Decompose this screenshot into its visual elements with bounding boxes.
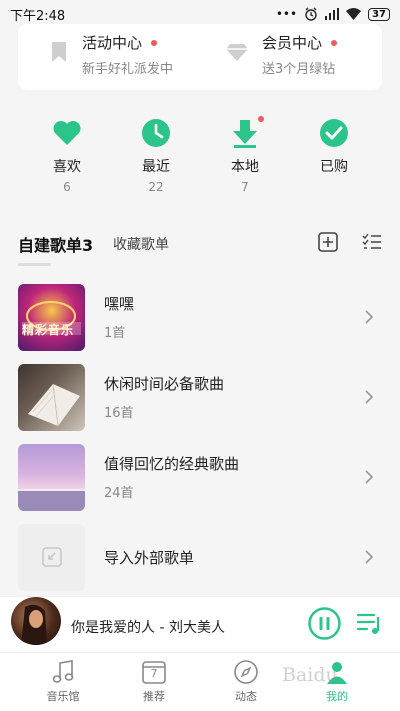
status-time: 下午2:48 [10,8,66,24]
alarm-icon [305,7,317,21]
new-dot [151,39,158,46]
signal-icon [325,8,340,20]
cover-art [18,488,85,511]
quick-favorites[interactable]: 喜欢 6 [37,118,97,194]
activity-center[interactable]: 活动中心 新手好礼派发中 [18,24,206,90]
playlist-item[interactable]: 精彩音乐 嘿嘿 1首 [18,283,382,351]
playlist-cover [18,443,85,511]
clock-icon [142,119,170,147]
nav-music-hall[interactable]: 音乐馆 [33,659,93,704]
playlist-cover: 精彩音乐 [18,283,85,351]
quick-label: 最近 [142,159,170,175]
check-icon [320,119,348,147]
promo-card: 活动中心 新手好礼派发中 会员中心 送3个月绿钻 [18,24,382,90]
quick-local[interactable]: 本地 7 [215,116,275,194]
quick-count: 7 [241,180,249,194]
nav-label: 动态 [235,690,257,703]
download-icon [230,116,264,148]
calendar-day: 7 [150,667,158,680]
compass-icon [234,660,258,684]
import-playlist-item[interactable]: 导入外部歌单 [18,523,382,591]
cover-art [21,604,47,645]
new-dot [258,116,264,122]
calendar-icon: 7 [141,659,167,685]
quick-count: 22 [148,180,164,194]
nav-feed[interactable]: 动态 [216,659,276,704]
diamond-icon [226,44,248,61]
activity-center-subtitle: 新手好礼派发中 [82,62,174,77]
pause-icon[interactable] [308,607,341,640]
now-playing-cover [11,597,61,645]
watermark: Baidu [282,664,338,686]
nav-label: 推荐 [143,690,165,703]
nav-label: 音乐馆 [46,690,80,703]
playlist-item[interactable]: 值得回忆的经典歌曲 24首 [18,443,382,511]
quick-recent[interactable]: 最近 22 [126,118,186,194]
playlist-count: 16首 [104,406,134,421]
more-icon: ••• [275,7,298,21]
playlist-count: 1首 [104,326,126,341]
member-center-subtitle: 送3个月绿钻 [262,62,336,77]
import-icon-box [18,523,85,591]
wifi-icon [346,8,362,20]
tab-created-playlists[interactable]: 自建歌单3 [18,232,93,256]
quick-purchased[interactable]: 已购 [304,118,364,180]
bookmark-icon [52,42,66,62]
chevron-right-icon [365,550,374,564]
cover-text: 精彩音乐 [22,322,75,337]
chevron-right-icon [365,310,374,324]
quick-label: 本地 [231,159,259,175]
chevron-right-icon [365,470,374,484]
playlist-queue-icon[interactable] [356,610,382,636]
quick-label: 已购 [320,159,348,175]
nav-label: 我的 [326,690,348,703]
new-dot [331,39,338,46]
playlist-tabs: 自建歌单3 收藏歌单 [18,232,382,268]
playlist-cover [18,363,85,431]
activity-center-title: 活动中心 [82,34,143,52]
playlist-count: 24首 [104,486,134,501]
playlist-name: 导入外部歌单 [104,548,195,567]
playlist-name: 休闲时间必备歌曲 [104,375,225,393]
playlist-item[interactable]: 休闲时间必备歌曲 16首 [18,363,382,431]
manage-list-icon[interactable] [362,232,382,252]
tab-collected-playlists[interactable]: 收藏歌单 [113,234,169,254]
add-playlist-icon[interactable] [318,232,338,252]
status-icons: ••• 37 [276,7,390,21]
cover-art [28,383,80,426]
cover-art [22,300,81,335]
quick-label: 喜欢 [53,159,81,175]
quick-count: 6 [63,180,71,194]
heart-icon [53,121,81,145]
nav-recommend[interactable]: 7 推荐 [124,659,184,704]
chevron-right-icon [365,390,374,404]
member-center-title: 会员中心 [262,34,323,52]
tab-indicator [18,263,51,266]
bottom-nav: 音乐馆 7 推荐 动态 我的 [0,652,400,711]
import-icon [41,547,62,567]
playlist-name: 嘿嘿 [104,295,135,313]
playlist-name: 值得回忆的经典歌曲 [104,455,240,473]
music-note-icon [52,660,74,683]
now-playing-title: 你是我爱的人 - 刘大美人 [71,620,225,636]
mini-player[interactable]: 你是我爱的人 - 刘大美人 [0,596,400,652]
member-center[interactable]: 会员中心 送3个月绿钻 [206,24,382,90]
battery-indicator: 37 [368,7,390,21]
